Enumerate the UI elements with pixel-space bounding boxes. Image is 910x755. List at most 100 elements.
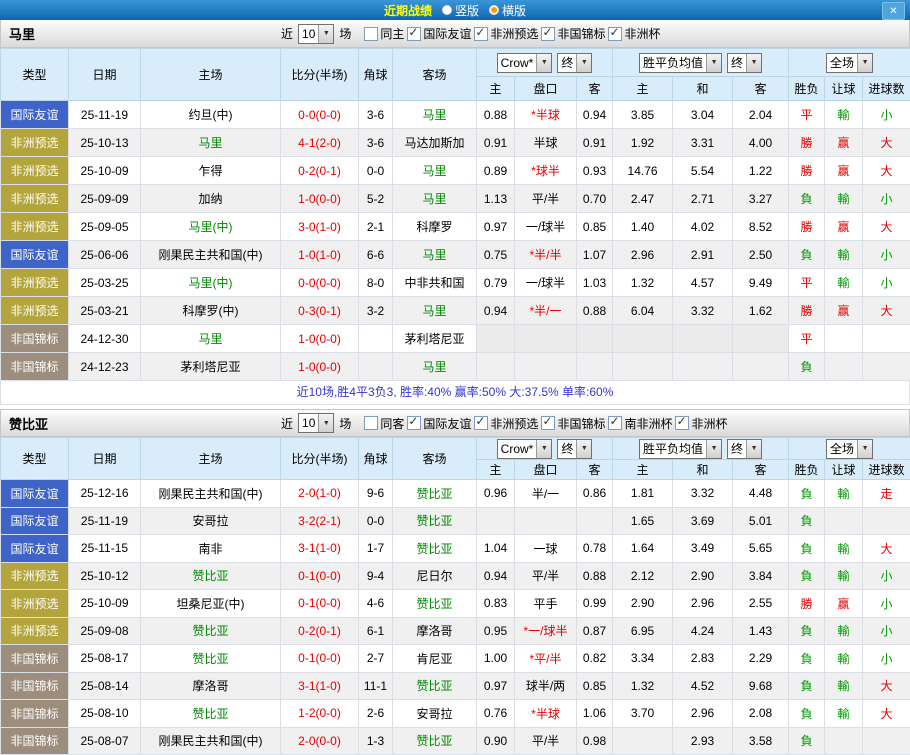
filter-checkbox[interactable]: 非国锦标 xyxy=(541,25,605,42)
avg-odds-draw: 4.57 xyxy=(673,269,733,297)
checkbox-checked-icon[interactable] xyxy=(608,416,622,430)
avg-odds-draw: 3.32 xyxy=(673,297,733,325)
result-cell: 平 xyxy=(789,101,825,129)
avg-odds-away: 9.49 xyxy=(733,269,789,297)
filter-checkbox[interactable]: 同主 xyxy=(364,25,404,42)
avg-odds-home xyxy=(613,325,673,353)
handicap-final-select[interactable]: 终▼ xyxy=(557,439,592,459)
handicap-odds-home: 0.89 xyxy=(477,157,515,185)
filter-checkbox[interactable]: 国际友谊 xyxy=(407,25,471,42)
radio-icon[interactable] xyxy=(442,5,452,15)
filter-checkbox[interactable]: 非国锦标 xyxy=(541,415,605,432)
handicap-line xyxy=(515,353,577,381)
checkbox-unchecked-icon[interactable] xyxy=(364,416,378,430)
checkbox-label: 国际友谊 xyxy=(423,25,471,42)
filter-checkbox[interactable]: 南非洲杯 xyxy=(608,415,672,432)
filter-checkbox[interactable]: 非洲杯 xyxy=(608,25,660,42)
scope-select[interactable]: 全场▼ xyxy=(826,439,873,459)
handicap-result-cell: 輸 xyxy=(825,672,863,700)
handicap-line: 半球 xyxy=(515,129,577,157)
corner-score: 1-3 xyxy=(359,727,393,755)
filter-checkbox[interactable]: 同客 xyxy=(364,415,404,432)
match-count-select[interactable]: 10▼ xyxy=(298,24,334,44)
handicap-odds-away: 1.06 xyxy=(577,700,613,728)
handicap-final-select[interactable]: 终▼ xyxy=(557,53,592,73)
handicap-odds-away: 0.94 xyxy=(577,101,613,129)
goals-result-cell: 大 xyxy=(863,297,910,325)
avg-dropdown-cell: 胜平负均值▼ 终▼ xyxy=(613,49,789,77)
team-section-mali: 马里 近 10▼ 场 同主国际友谊非洲预选非国锦标非洲杯 类型 日期 主场 比分… xyxy=(0,20,910,405)
avg-odds-draw: 3.04 xyxy=(673,101,733,129)
filter-checkbox[interactable]: 非洲预选 xyxy=(474,25,538,42)
checkbox-checked-icon[interactable] xyxy=(474,27,488,41)
handicap-line xyxy=(515,325,577,353)
avg-final-select[interactable]: 终▼ xyxy=(727,439,762,459)
handicap-result-cell xyxy=(825,325,863,353)
corner-score: 1-7 xyxy=(359,535,393,563)
match-score: 1-2(0-0) xyxy=(281,700,359,728)
match-date: 25-12-16 xyxy=(69,480,141,508)
filter-checkbox[interactable]: 非洲预选 xyxy=(474,415,538,432)
avg-odds-draw: 3.31 xyxy=(673,129,733,157)
corner-score: 4-6 xyxy=(359,590,393,618)
checkbox-unchecked-icon[interactable] xyxy=(364,27,378,41)
titlebar-center: 近期战绩 竖版横版 xyxy=(384,2,526,19)
checkbox-checked-icon[interactable] xyxy=(474,416,488,430)
avg-odds-draw: 2.96 xyxy=(673,700,733,728)
handicap-odds-away: 0.85 xyxy=(577,672,613,700)
avg-odds-select[interactable]: 胜平负均值▼ xyxy=(639,53,722,73)
result-cell: 負 xyxy=(789,353,825,381)
close-button[interactable]: ✕ xyxy=(882,2,905,20)
avg-odds-home: 1.32 xyxy=(613,672,673,700)
match-row: 国际友谊25-11-15南非3-1(1-0)1-7赞比亚1.04一球0.781.… xyxy=(1,535,910,563)
avg-odds-away: 2.04 xyxy=(733,101,789,129)
radio-selected-icon[interactable] xyxy=(489,5,499,15)
match-count-select[interactable]: 10▼ xyxy=(298,413,334,433)
checkbox-checked-icon[interactable] xyxy=(541,27,555,41)
match-row: 非国锦标25-08-10赞比亚1-2(0-0)2-6安哥拉0.76*半球1.06… xyxy=(1,700,910,728)
avg-odds-draw xyxy=(673,353,733,381)
filter-bar: 近 10▼ 场 同主国际友谊非洲预选非国锦标非洲杯 xyxy=(281,24,660,44)
avg-odds-home: 1.64 xyxy=(613,535,673,563)
titlebar: 近期战绩 竖版横版 ✕ xyxy=(0,0,910,20)
section-header: 马里 近 10▼ 场 同主国际友谊非洲预选非国锦标非洲杯 xyxy=(0,20,910,48)
handicap-line: *半球 xyxy=(515,101,577,129)
match-date: 25-10-12 xyxy=(69,562,141,590)
match-score: 2-0(0-0) xyxy=(281,727,359,755)
bookmaker-select[interactable]: Crow*▼ xyxy=(497,53,553,73)
goals-result-cell: 大 xyxy=(863,213,910,241)
filter-checkbox[interactable]: 非洲杯 xyxy=(675,415,727,432)
corner-score: 9-4 xyxy=(359,562,393,590)
avg-final-select[interactable]: 终▼ xyxy=(727,53,762,73)
match-type-badge: 非洲预选 xyxy=(1,269,69,297)
checkbox-checked-icon[interactable] xyxy=(675,416,689,430)
goals-result-cell xyxy=(863,727,910,755)
filter-checkbox[interactable]: 国际友谊 xyxy=(407,415,471,432)
away-team: 赞比亚 xyxy=(393,480,477,508)
handicap-odds-home: 0.97 xyxy=(477,672,515,700)
checkbox-checked-icon[interactable] xyxy=(407,416,421,430)
match-date: 25-09-09 xyxy=(69,185,141,213)
chevron-down-icon: ▼ xyxy=(746,440,761,458)
layout-radio[interactable]: 竖版 xyxy=(442,2,479,19)
avg-odds-away: 1.62 xyxy=(733,297,789,325)
handicap-odds-away: 0.70 xyxy=(577,185,613,213)
handicap-odds-home xyxy=(477,325,515,353)
corner-score: 0-0 xyxy=(359,157,393,185)
checkbox-checked-icon[interactable] xyxy=(608,27,622,41)
corner-score: 3-6 xyxy=(359,129,393,157)
handicap-result-cell: 赢 xyxy=(825,297,863,325)
scope-select[interactable]: 全场▼ xyxy=(826,53,873,73)
home-team: 刚果民主共和国(中) xyxy=(141,241,281,269)
handicap-line: 平手 xyxy=(515,590,577,618)
layout-radio[interactable]: 横版 xyxy=(489,2,526,19)
match-date: 25-06-06 xyxy=(69,241,141,269)
avg-odds-home: 1.65 xyxy=(613,507,673,535)
checkbox-checked-icon[interactable] xyxy=(407,27,421,41)
goals-result-cell: 小 xyxy=(863,101,910,129)
avg-odds-select[interactable]: 胜平负均值▼ xyxy=(639,439,722,459)
avg-odds-away: 2.08 xyxy=(733,700,789,728)
checkbox-checked-icon[interactable] xyxy=(541,416,555,430)
bookmaker-select[interactable]: Crow*▼ xyxy=(497,439,553,459)
col-header-avg-draw: 和 xyxy=(673,77,733,101)
